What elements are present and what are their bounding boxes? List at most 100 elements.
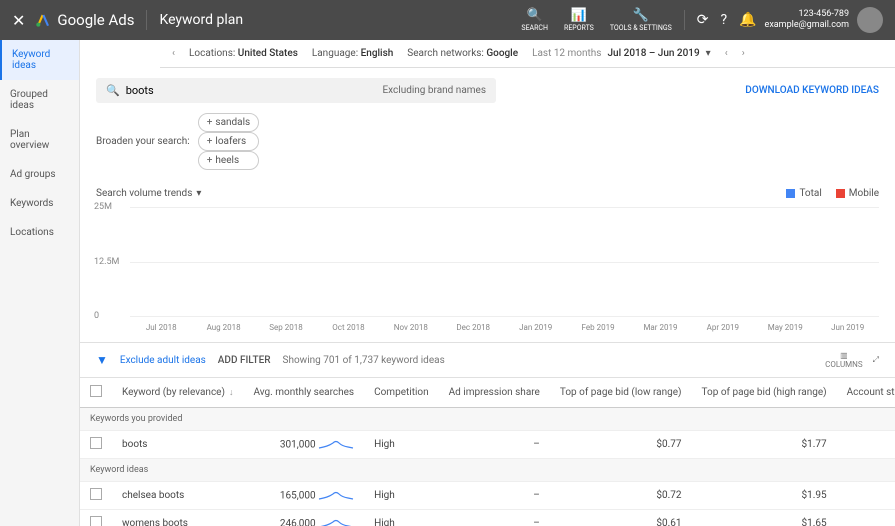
back-icon[interactable]: ‹ (172, 48, 175, 59)
broaden-label: Broaden your search: (96, 136, 190, 147)
x-tick: Sep 2018 (266, 323, 306, 332)
location-value[interactable]: United States (238, 48, 298, 59)
table-row[interactable]: womens boots246,000 High–$0.61$1.65 (80, 510, 895, 526)
results-count: Showing 701 of 1,737 keyword ideas (283, 355, 445, 366)
tool-reports[interactable]: 📊REPORTS (564, 8, 594, 32)
x-tick: Mar 2019 (640, 323, 680, 332)
cell-keyword: boots (112, 431, 243, 459)
cell-searches: 301,000 (243, 431, 364, 459)
download-button[interactable]: DOWNLOAD KEYWORD IDEAS (745, 85, 879, 96)
col-keyword[interactable]: Keyword (by relevance) (122, 387, 225, 398)
filter-icon[interactable]: ▼ (96, 353, 108, 367)
cell-keyword: womens boots (112, 510, 243, 526)
table-row[interactable]: chelsea boots165,000 High–$0.72$1.95 (80, 482, 895, 510)
header-tools: 🔍SEARCH 📊REPORTS 🔧TOOLS & SETTINGS (521, 8, 671, 32)
x-tick: Aug 2018 (204, 323, 244, 332)
language-value[interactable]: English (361, 48, 394, 59)
account-email: example@gmail.com (765, 20, 849, 31)
broaden-chip-heels[interactable]: heels (198, 151, 259, 170)
col-status[interactable]: Account status (837, 378, 895, 408)
notifications-icon[interactable]: 🔔 (739, 12, 756, 28)
x-tick: Apr 2019 (703, 323, 743, 332)
sidebar-item-ad-groups[interactable]: Ad groups (0, 160, 79, 189)
sidebar-item-plan-overview[interactable]: Plan overview (0, 120, 79, 160)
cell-high-bid: $1.95 (692, 482, 837, 510)
chevron-down-icon: ▾ (196, 188, 201, 199)
sidebar-item-keyword-ideas[interactable]: Keyword ideas (0, 40, 79, 80)
product-name: Google Ads (57, 11, 134, 29)
row-checkbox[interactable] (90, 488, 102, 500)
tool-search[interactable]: 🔍SEARCH (521, 8, 548, 32)
exclude-adult-link[interactable]: Exclude adult ideas (120, 355, 206, 366)
sidebar-item-locations[interactable]: Locations (0, 218, 79, 247)
chart-title-row[interactable]: Search volume trends ▾ Total Mobile (80, 180, 895, 203)
x-tick: Dec 2018 (453, 323, 493, 332)
tool-tools-settings[interactable]: 🔧TOOLS & SETTINGS (610, 8, 672, 32)
x-tick: Jul 2018 (141, 323, 181, 332)
targeting-bar: ‹ Locations: United States Language: Eng… (160, 40, 895, 68)
cell-searches: 246,000 (243, 510, 364, 526)
date-range-picker[interactable]: Last 12 months Jul 2018 – Jun 2019 ▾ (532, 48, 711, 59)
x-tick: Nov 2018 (391, 323, 431, 332)
sidebar-item-keywords[interactable]: Keywords (0, 189, 79, 218)
cell-keyword: chelsea boots (112, 482, 243, 510)
section-provided: Keywords you provided (80, 408, 895, 431)
volume-chart: 012.5M25M (130, 207, 879, 317)
cell-competition: High (364, 431, 439, 459)
col-low-bid[interactable]: Top of page bid (low range) (550, 378, 692, 408)
cell-high-bid: $1.65 (692, 510, 837, 526)
help-icon[interactable]: ? (720, 12, 727, 28)
cell-high-bid: $1.77 (692, 431, 837, 459)
row-checkbox[interactable] (90, 437, 102, 449)
search-field[interactable] (126, 84, 383, 97)
sidebar: Keyword ideasGrouped ideasPlan overviewA… (0, 40, 80, 526)
sidebar-item-grouped-ideas[interactable]: Grouped ideas (0, 80, 79, 120)
broaden-chip-sandals[interactable]: sandals (198, 113, 259, 132)
excluding-label[interactable]: Excluding brand names (382, 85, 486, 96)
add-filter-button[interactable]: ADD FILTER (218, 355, 271, 366)
account-info[interactable]: 123-456-789 example@gmail.com (765, 9, 849, 31)
next-period-icon[interactable]: › (742, 48, 745, 59)
chart-legend: Total Mobile (786, 188, 879, 199)
main-content: ‹ Locations: United States Language: Eng… (80, 40, 895, 526)
search-icon: 🔍 (106, 84, 120, 97)
x-tick: Jan 2019 (516, 323, 556, 332)
col-competition[interactable]: Competition (364, 378, 439, 408)
account-id: 123-456-789 (765, 9, 849, 20)
x-tick: Feb 2019 (578, 323, 618, 332)
cell-competition: High (364, 510, 439, 526)
broaden-search: Broaden your search: sandals loafers hee… (80, 113, 895, 180)
row-checkbox[interactable] (90, 516, 102, 526)
table-row[interactable]: boots301,000 High–$0.77$1.77 (80, 431, 895, 459)
sort-arrow-icon: ↓ (229, 387, 234, 398)
section-ideas: Keyword ideas (80, 459, 895, 482)
networks-value[interactable]: Google (486, 48, 518, 59)
col-high-bid[interactable]: Top of page bid (high range) (692, 378, 837, 408)
columns-icon[interactable]: ▥COLUMNS (825, 351, 862, 369)
product-logo[interactable]: Google Ads (35, 11, 134, 29)
avatar[interactable] (857, 7, 883, 33)
keyword-search-input[interactable]: 🔍 Excluding brand names (96, 78, 496, 103)
col-impression[interactable]: Ad impression share (439, 378, 550, 408)
cell-impression: – (439, 510, 550, 526)
close-icon[interactable]: ✕ (12, 11, 25, 30)
cell-impression: – (439, 482, 550, 510)
cell-impression: – (439, 431, 550, 459)
expand-icon[interactable]: ⤢ (873, 355, 879, 365)
filter-bar: ▼ Exclude adult ideas ADD FILTER Showing… (80, 342, 895, 378)
refresh-icon[interactable]: ⟳ (697, 12, 709, 28)
x-tick: Jun 2019 (828, 323, 868, 332)
cell-competition: High (364, 482, 439, 510)
cell-low-bid: $0.77 (550, 431, 692, 459)
cell-low-bid: $0.61 (550, 510, 692, 526)
prev-period-icon[interactable]: ‹ (725, 48, 728, 59)
cell-searches: 165,000 (243, 482, 364, 510)
col-searches[interactable]: Avg. monthly searches (243, 378, 364, 408)
page-title: Keyword plan (159, 12, 243, 28)
keyword-table: Keyword (by relevance) ↓ Avg. monthly sea… (80, 378, 895, 526)
app-header: ✕ Google Ads Keyword plan 🔍SEARCH 📊REPORT… (0, 0, 895, 40)
broaden-chip-loafers[interactable]: loafers (198, 132, 259, 151)
chevron-down-icon: ▾ (706, 48, 711, 59)
select-all-checkbox[interactable] (90, 385, 102, 397)
x-tick: May 2019 (765, 323, 805, 332)
